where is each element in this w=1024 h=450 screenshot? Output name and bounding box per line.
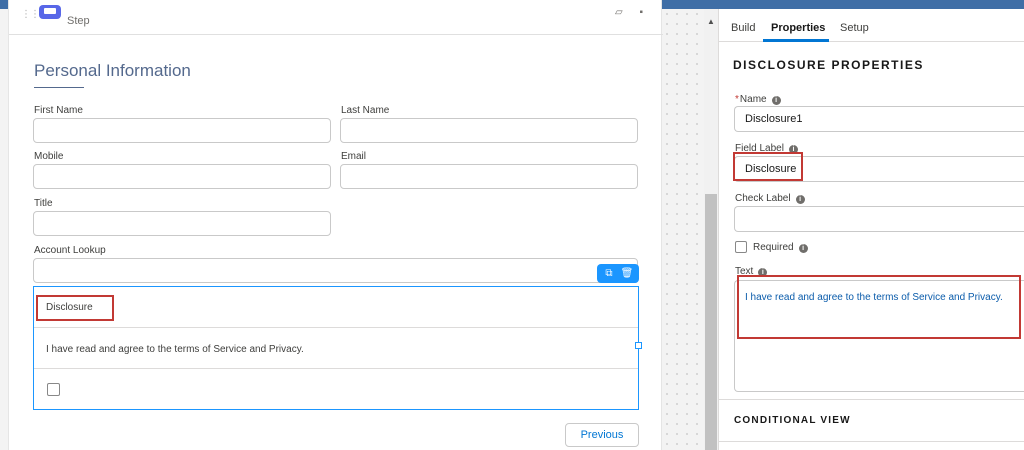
disclosure-label: Disclosure (46, 302, 93, 313)
divider (719, 399, 1024, 400)
drag-handle-icon[interactable]: ⋮⋮ (21, 9, 40, 20)
scrollbar-thumb[interactable] (705, 194, 717, 450)
previous-button[interactable]: Previous (565, 423, 639, 447)
check-label-input[interactable] (734, 206, 1024, 232)
name-input[interactable]: Disclosure1 (734, 106, 1024, 132)
info-icon[interactable]: i (771, 96, 781, 105)
form-canvas-card: ⋮⋮ Step ▱ ▪ Personal Information First N… (8, 0, 663, 450)
info-icon[interactable]: i (798, 244, 808, 253)
required-asterisk: * (735, 94, 739, 105)
canvas-dot-grid (662, 9, 704, 450)
trash-icon[interactable]: 🗑 (618, 264, 636, 283)
check-label-label: Check Label i (735, 193, 805, 204)
tab-properties[interactable]: Properties (771, 22, 825, 34)
required-label-text: Required (753, 242, 794, 253)
required-label: Required i (753, 242, 808, 253)
resize-handle[interactable] (635, 342, 642, 349)
panel-heading: DISCLOSURE PROPERTIES (733, 58, 924, 72)
panel-tabs: Build Properties Setup (719, 9, 1024, 42)
disclosure-text-row: I have read and agree to the terms of Se… (34, 328, 638, 369)
email-label: Email (341, 151, 367, 162)
step-toolbar: ▱ ▪ (601, 7, 643, 18)
name-label: *Name i (735, 94, 781, 105)
last-name-label: Last Name (341, 105, 390, 116)
step-label: Step (67, 15, 90, 27)
scroll-up-arrow-icon[interactable]: ▲ (704, 17, 718, 26)
disclosure-label-row: Disclosure (34, 287, 638, 328)
check-label-text: Check Label (735, 193, 791, 204)
email-input[interactable] (340, 164, 638, 189)
annotation-highlight (733, 152, 803, 181)
conditional-view-section[interactable]: CONDITIONAL VIEW (734, 415, 851, 426)
last-name-input[interactable] (340, 118, 638, 143)
disclosure-text: I have read and agree to the terms of Se… (46, 344, 304, 355)
duplicate-icon[interactable]: ⧉ (600, 264, 618, 283)
section-title-underline (34, 87, 84, 88)
step-header: ⋮⋮ Step ▱ ▪ (9, 5, 663, 35)
info-icon[interactable]: i (795, 195, 805, 204)
active-tab-indicator (763, 39, 829, 42)
divider (719, 441, 1024, 442)
disclosure-element[interactable]: Disclosure I have read and agree to the … (33, 286, 639, 410)
mobile-input[interactable] (33, 164, 331, 189)
first-name-input[interactable] (33, 118, 331, 143)
copy-icon[interactable]: ▱ (615, 7, 623, 18)
title-label: Title (34, 198, 53, 209)
canvas-scrollbar[interactable]: ▲ (704, 9, 718, 450)
mobile-label: Mobile (34, 151, 64, 162)
disclosure-checkbox[interactable] (47, 383, 60, 396)
title-input[interactable] (33, 211, 331, 236)
properties-panel: Build Properties Setup DISCLOSURE PROPER… (718, 9, 1024, 450)
first-name-label: First Name (34, 105, 83, 116)
tab-build[interactable]: Build (731, 22, 755, 34)
section-title: Personal Information (34, 61, 191, 80)
required-checkbox[interactable] (735, 241, 747, 253)
account-lookup-input[interactable] (33, 258, 638, 283)
name-label-text: Name (739, 94, 767, 105)
account-lookup-label: Account Lookup (34, 245, 106, 256)
annotation-highlight (737, 275, 1021, 339)
delete-icon[interactable]: ▪ (639, 7, 643, 18)
tab-setup[interactable]: Setup (840, 22, 869, 34)
step-icon (39, 5, 61, 19)
element-toolbar: ⧉ 🗑 (597, 264, 639, 283)
